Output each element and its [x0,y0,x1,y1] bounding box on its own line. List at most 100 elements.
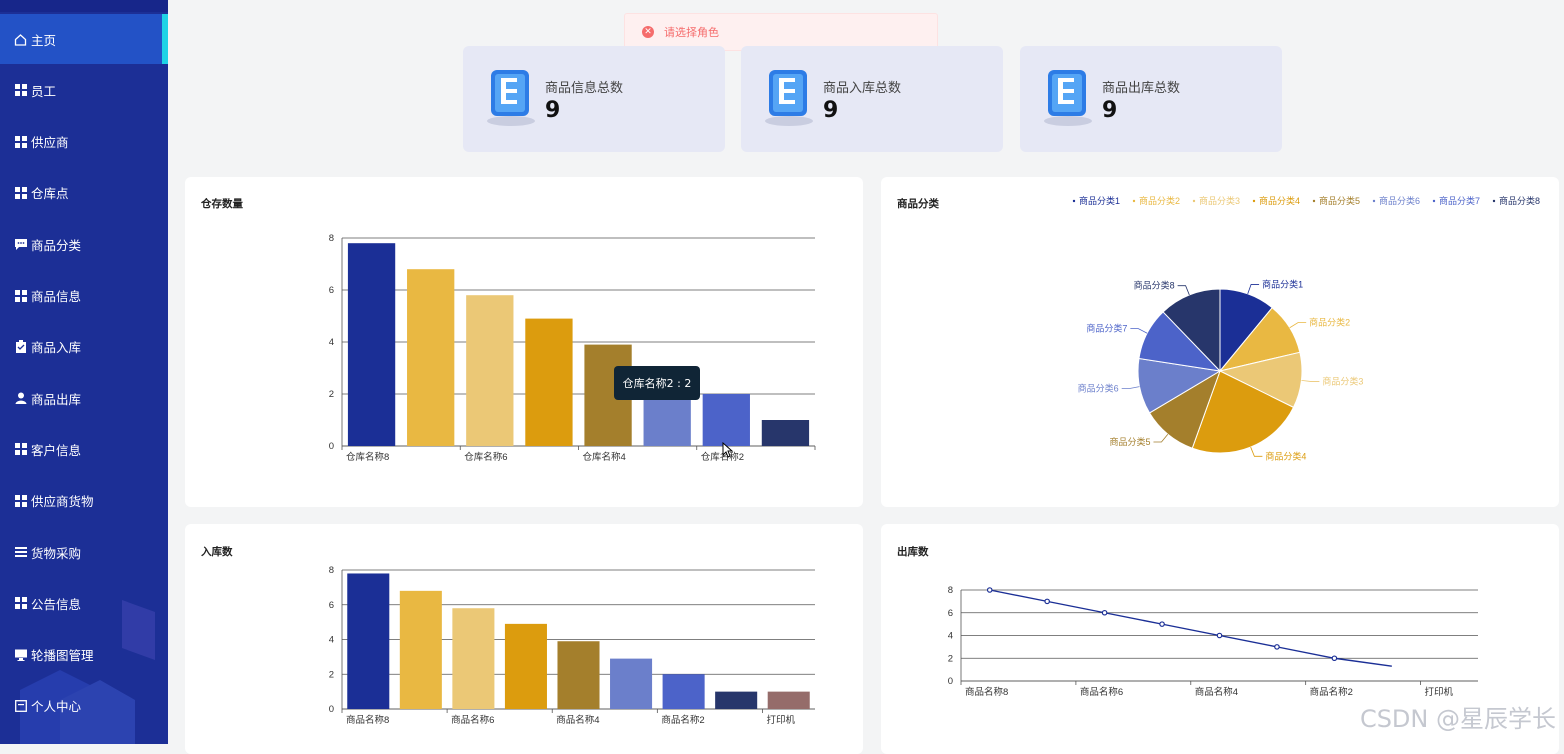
data-point[interactable] [1216,632,1223,639]
bar[interactable] [662,674,705,709]
label-leader [1130,328,1148,334]
slice-label: 商品分类4 [1265,450,1306,461]
legend-marker [1072,199,1076,203]
card-stock: 仓存数量 0 2 4 6 8 仓库名称8 仓库名称6 仓库名称4 仓库名称2 [185,177,863,507]
sidebar-item-4[interactable]: 商品分类 [0,219,168,269]
y-tick-label: 2 [948,653,953,664]
grid-icon [14,289,27,302]
grid-icon [14,494,27,507]
legend-entry[interactable]: 商品分类7 [1439,195,1480,206]
clipboard-icon [14,340,27,354]
sidebar-item-label: 供应商货物 [31,494,94,510]
stat-card-inbound: 商品入库总数 9 [741,46,1003,152]
bar[interactable] [557,641,600,709]
series-line [989,589,1392,667]
data-point[interactable] [1044,598,1050,605]
bar[interactable] [767,691,810,709]
bar[interactable] [525,318,573,446]
legend-marker [1432,199,1436,203]
x-tick-label: 打印机 [766,714,795,726]
label-leader [1153,434,1169,443]
label-leader [1301,380,1320,382]
slice-label: 商品分类6 [1078,383,1119,394]
user-icon [14,392,27,405]
bar[interactable] [399,590,442,709]
sidebar-item-label: 个人中心 [31,699,82,715]
x-tick-label: 商品名称6 [451,714,494,726]
bar[interactable] [466,295,514,446]
legend-entry[interactable]: 商品分类2 [1139,195,1180,206]
active-indicator [162,14,168,64]
grid-icon [14,597,27,610]
sidebar-item-label: 仓库点 [31,186,69,202]
sidebar-item-label: 货物采购 [31,545,82,561]
label-leader [1177,285,1190,296]
watermark: CSDN @星辰学长 [1359,705,1556,733]
toast-message: 请选择角色 [664,26,719,39]
sidebar-item-0[interactable]: 主页 [0,14,168,64]
data-point[interactable] [1274,644,1280,650]
stat-label: 商品出库总数 [1102,81,1181,96]
grid-icon [14,84,27,97]
legend-marker [1312,199,1316,203]
sidebar-item-label: 商品入库 [31,340,82,356]
legend-entry[interactable]: 商品分类8 [1499,195,1540,206]
inbound-bar-chart: 0 2 4 6 8 商品名称8 商品名称6 商品名称4 商品名称2 打印机 [329,565,815,726]
data-point[interactable] [1159,621,1165,627]
sidebar-item-label: 轮播图管理 [31,648,94,664]
grid-icon [14,135,27,148]
legend-entry[interactable]: 商品分类1 [1079,195,1120,206]
doc-icon [14,699,27,712]
sidebar-item-1[interactable]: 员工 [0,65,168,115]
stat-value: 9 [1102,98,1118,123]
stat-card-product-info: 商品信息总数 9 [463,46,725,152]
y-tick-label: 2 [329,669,334,680]
y-tick-label: 6 [329,600,334,611]
list-icon [14,546,27,559]
sidebar-item-5[interactable]: 商品信息 [0,271,168,321]
sidebar-item-8[interactable]: 客户信息 [0,424,168,474]
y-tick-label: 2 [329,389,334,400]
bar[interactable] [702,394,750,446]
sidebar-item-12[interactable]: 轮播图管理 [0,630,168,680]
data-point[interactable] [986,587,993,593]
y-tick-label: 0 [329,441,334,452]
sidebar-item-3[interactable]: 仓库点 [0,168,168,218]
sidebar-item-label: 主页 [31,32,57,48]
sidebar-item-10[interactable]: 货物采购 [0,527,168,577]
bar[interactable] [347,573,390,709]
y-tick-label: 0 [329,704,334,715]
legend-marker [1492,199,1496,203]
legend-entry[interactable]: 商品分类4 [1259,195,1300,206]
legend-entry[interactable]: 商品分类5 [1319,195,1360,206]
sidebar-item-13[interactable]: 个人中心 [0,681,168,731]
document-icon [765,70,813,126]
y-tick-label: 6 [948,608,953,619]
x-tick-label: 商品名称6 [1080,686,1123,698]
card-inbound: 入库数 0 2 4 6 8 商品名称8 商品名称6 商品名称4 商品名称2 打印机 [185,524,863,754]
data-point[interactable] [1101,609,1108,616]
bar[interactable] [347,243,396,446]
data-point[interactable] [1331,655,1338,662]
slice-label: 商品分类8 [1134,280,1175,291]
x-tick-label: 商品名称2 [661,714,704,726]
sidebar-item-6[interactable]: 商品入库 [0,322,168,372]
sidebar-item-2[interactable]: 供应商 [0,117,168,167]
slice-label: 商品分类5 [1109,436,1150,447]
legend-entry[interactable]: 商品分类3 [1199,195,1240,206]
legend-marker [1192,199,1196,203]
slice-label: 商品分类7 [1086,323,1127,334]
bar[interactable] [504,623,547,709]
legend-entry[interactable]: 商品分类6 [1379,195,1420,206]
bar[interactable] [452,608,495,709]
bar[interactable] [715,691,758,709]
bar[interactable] [761,420,810,446]
bar[interactable] [610,658,653,709]
y-tick-label: 0 [948,676,953,687]
sidebar-item-11[interactable]: 公告信息 [0,578,168,628]
bar[interactable] [407,269,455,446]
category-pie-chart: 商品分类1 商品分类2 商品分类3 商品分类4 商品分类5 商品分类6 商品分类7 商品分类8… [1072,195,1540,461]
sidebar-item-9[interactable]: 供应商货物 [0,476,168,526]
stat-card-outbound: 商品出库总数 9 [1020,46,1282,152]
sidebar-item-7[interactable]: 商品出库 [0,373,168,423]
